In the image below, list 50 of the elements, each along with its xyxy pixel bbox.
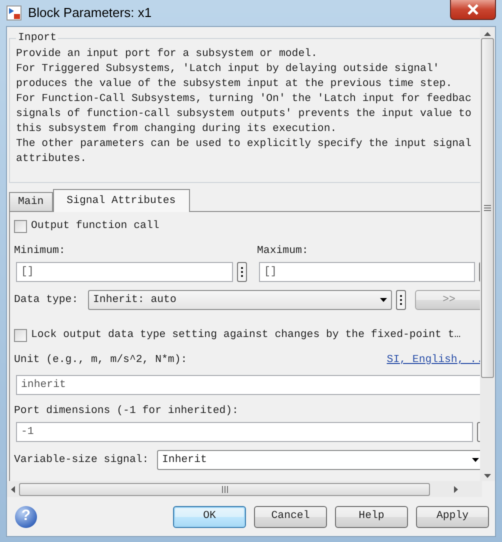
- description-line: Provide an input port for a subsystem or model.: [16, 47, 318, 62]
- dialog-button[interactable]: Help: [335, 506, 408, 528]
- horizontal-scrollbar[interactable]: [7, 481, 482, 497]
- close-icon: [467, 4, 479, 15]
- grip-icon: [222, 486, 228, 492]
- field-label: Variable-size signal:: [14, 452, 150, 468]
- app-icon: [6, 5, 22, 21]
- data-type-dropdown[interactable]: Inherit: auto: [88, 290, 392, 310]
- field-label: Port dimensions (-1 for inherited):: [14, 405, 238, 417]
- dialog-button[interactable]: Apply: [416, 506, 489, 528]
- units-link[interactable]: SI, English, ..: [386, 352, 480, 367]
- field-label: Maximum:: [257, 244, 308, 258]
- maximum-field[interactable]: []: [259, 262, 475, 282]
- scroll-down-icon: [484, 474, 492, 478]
- checkbox[interactable]: [14, 220, 27, 232]
- grip-icon: [484, 205, 492, 211]
- more-button[interactable]: [237, 262, 247, 282]
- dropdown-arrow-icon: [472, 458, 479, 462]
- checkbox-label: Output function call: [31, 218, 160, 234]
- field-label: Data type:: [14, 292, 80, 308]
- vertical-scrollbar[interactable]: [480, 27, 495, 481]
- more-button[interactable]: [396, 290, 406, 310]
- scroll-up-icon: [484, 32, 492, 36]
- unit-field[interactable]: inherit: [16, 375, 480, 395]
- variable-size-dropdown[interactable]: Inherit: [157, 450, 480, 470]
- minimum-field[interactable]: []: [16, 262, 233, 282]
- scrollbar-thumb[interactable]: [19, 482, 430, 496]
- description-line: produces the value of the subsystem input at the previous time step.: [16, 77, 454, 92]
- tab[interactable]: Signal Attributes: [52, 189, 190, 212]
- dialog-button[interactable]: OK: [173, 506, 246, 528]
- description-line: signals of function-call subsystem outputs' prevents the input value to: [16, 107, 472, 122]
- scroll-right-icon: [454, 486, 458, 492]
- description-line: For Triggered Subsystems, 'Latch input by delaying outside signal': [16, 62, 440, 77]
- description-line: this subsystem from changing during its execution.: [16, 122, 338, 137]
- field-label: Minimum:: [14, 244, 66, 258]
- description-line: The other parameters can be used to explicitly specify the input signal: [16, 137, 472, 152]
- field-label: Unit (e.g., m, m/s^2, N*m):: [14, 353, 188, 367]
- port-dimensions-field[interactable]: -1: [16, 422, 473, 442]
- dialog-button[interactable]: Cancel: [254, 506, 327, 528]
- tab[interactable]: Main: [9, 192, 53, 211]
- scroll-left-icon: [11, 486, 15, 492]
- checkbox[interactable]: [14, 328, 27, 342]
- close-button[interactable]: [450, 0, 496, 20]
- description-line: attributes.: [16, 152, 88, 167]
- checkbox-label: Lock output data type setting against changes by the fixed-point t…: [31, 328, 461, 343]
- group-title: Inport: [17, 31, 58, 45]
- window-title: Block Parameters: x1: [28, 4, 153, 22]
- dropdown-arrow-icon: [380, 298, 387, 302]
- scrollbar-thumb[interactable]: [481, 38, 494, 378]
- description-line: For Function-Call Subsystems, turning 'On' the 'Latch input for feedbac: [16, 92, 472, 107]
